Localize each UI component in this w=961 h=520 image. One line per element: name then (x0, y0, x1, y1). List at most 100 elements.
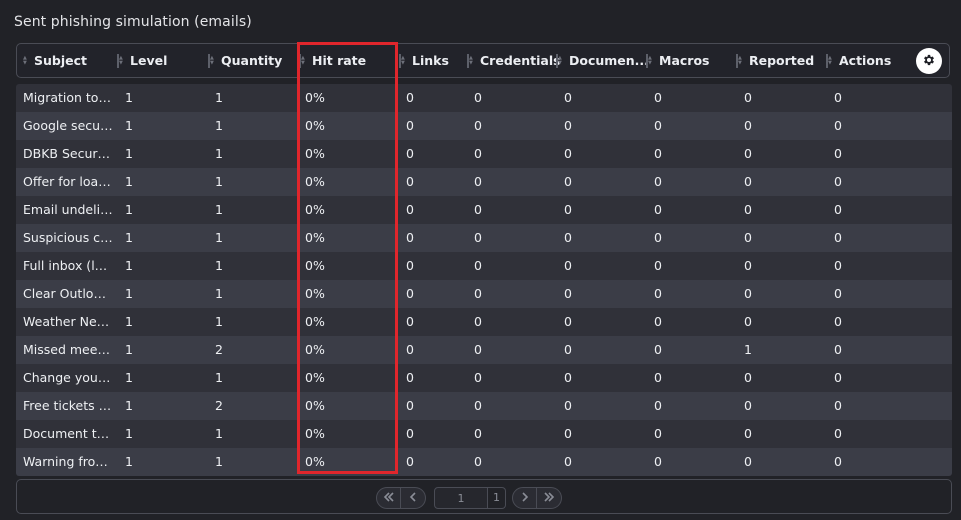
table-settings-button[interactable] (916, 48, 942, 74)
table-row[interactable]: Google securi... 1 1 0% 0 0 0 0 0 0 (16, 112, 952, 140)
column-header-reported[interactable]: ▲ ▼ Reported (738, 44, 814, 77)
cell-level: 1 (125, 454, 133, 469)
column-resize-handle[interactable] (646, 54, 648, 68)
table-row[interactable]: Offer for loan... 1 1 0% 0 0 0 0 0 0 (16, 168, 952, 196)
cell-level: 1 (125, 174, 133, 189)
cell-actions: 0 (834, 202, 842, 217)
cell-credentials: 0 (474, 286, 482, 301)
cell-subject: Clear Outlook... (23, 286, 113, 301)
double-chevron-left-icon (383, 491, 395, 505)
column-resize-handle[interactable] (826, 54, 828, 68)
cell-subject: Warning from... (23, 454, 113, 469)
page-number-input[interactable] (434, 487, 488, 509)
cell-hit-rate: 0% (305, 314, 325, 329)
cell-quantity: 1 (215, 90, 223, 105)
table-row[interactable]: Missed meeti... 1 2 0% 0 0 0 0 1 0 (16, 336, 952, 364)
cell-hit-rate: 0% (305, 146, 325, 161)
cell-macros: 0 (654, 426, 662, 441)
prev-page-button[interactable] (401, 487, 426, 509)
cell-reported: 1 (744, 342, 752, 357)
cell-credentials: 0 (474, 258, 482, 273)
cell-level: 1 (125, 90, 133, 105)
gear-icon (922, 52, 936, 71)
cell-credentials: 0 (474, 398, 482, 413)
column-header-label: Level (130, 53, 168, 68)
column-header-actions[interactable]: ▲ ▼ Actions (828, 44, 891, 77)
column-resize-handle[interactable] (467, 54, 469, 68)
page: Sent phishing simulation (emails) ▲ ▼ Subj… (0, 0, 961, 520)
cell-links: 0 (406, 258, 414, 273)
cell-macros: 0 (654, 314, 662, 329)
column-header-subject[interactable]: ▲ ▼ Subject (23, 44, 87, 77)
cell-credentials: 0 (474, 342, 482, 357)
table-row[interactable]: Migration to ... 1 1 0% 0 0 0 0 0 0 (16, 84, 952, 112)
cell-documents: 0 (564, 286, 572, 301)
cell-quantity: 1 (215, 454, 223, 469)
cell-actions: 0 (834, 118, 842, 133)
cell-links: 0 (406, 146, 414, 161)
cell-actions: 0 (834, 230, 842, 245)
cell-credentials: 0 (474, 454, 482, 469)
sort-icon: ▲ ▼ (828, 54, 832, 66)
cell-hit-rate: 0% (305, 90, 325, 105)
cell-hit-rate: 0% (305, 286, 325, 301)
cell-macros: 0 (654, 398, 662, 413)
cell-quantity: 1 (215, 174, 223, 189)
double-chevron-right-icon (543, 491, 555, 505)
cell-reported: 0 (744, 370, 752, 385)
cell-reported: 0 (744, 146, 752, 161)
column-header-quantity[interactable]: ▲ ▼ Quantity (210, 44, 282, 77)
column-resize-handle[interactable] (556, 54, 558, 68)
cell-actions: 0 (834, 174, 842, 189)
column-header-label: Subject (34, 53, 87, 68)
first-page-button[interactable] (376, 487, 401, 509)
column-resize-handle[interactable] (117, 54, 119, 68)
table-row[interactable]: Document to ... 1 1 0% 0 0 0 0 0 0 (16, 420, 952, 448)
cell-quantity: 1 (215, 146, 223, 161)
cell-quantity: 1 (215, 426, 223, 441)
table-row[interactable]: Email undeliv... 1 1 0% 0 0 0 0 0 0 (16, 196, 952, 224)
cell-credentials: 0 (474, 426, 482, 441)
column-resize-handle[interactable] (399, 54, 401, 68)
table-row[interactable]: Suspicious cr... 1 1 0% 0 0 0 0 0 0 (16, 224, 952, 252)
table-row[interactable]: Full inbox (le... 1 1 0% 0 0 0 0 0 0 (16, 252, 952, 280)
cell-level: 1 (125, 118, 133, 133)
sort-icon: ▲ ▼ (738, 54, 742, 66)
column-resize-handle[interactable] (299, 54, 301, 68)
sort-icon: ▲ ▼ (119, 54, 123, 66)
cell-documents: 0 (564, 202, 572, 217)
column-header-documents[interactable]: ▲ ▼ Documen... (558, 44, 649, 77)
column-resize-handle[interactable] (208, 54, 210, 68)
cell-hit-rate: 0% (305, 118, 325, 133)
column-header-credentials[interactable]: ▲ ▼ Credentials (469, 44, 561, 77)
cell-links: 0 (406, 314, 414, 329)
column-header-links[interactable]: ▲ ▼ Links (401, 44, 449, 77)
table-row[interactable]: Weather New... 1 1 0% 0 0 0 0 0 0 (16, 308, 952, 336)
cell-level: 1 (125, 258, 133, 273)
column-header-label: Links (412, 53, 449, 68)
cell-reported: 0 (744, 426, 752, 441)
last-page-button[interactable] (537, 487, 562, 509)
total-pages: 1 (488, 487, 506, 509)
table-row[interactable]: Clear Outlook... 1 1 0% 0 0 0 0 0 0 (16, 280, 952, 308)
column-header-macros[interactable]: ▲ ▼ Macros (648, 44, 709, 77)
cell-quantity: 1 (215, 258, 223, 273)
cell-reported: 0 (744, 174, 752, 189)
cell-documents: 0 (564, 454, 572, 469)
column-header-level[interactable]: ▲ ▼ Level (119, 44, 167, 77)
table-row[interactable]: Free tickets f... 1 2 0% 0 0 0 0 0 0 (16, 392, 952, 420)
column-resize-handle[interactable] (736, 54, 738, 68)
cell-level: 1 (125, 398, 133, 413)
column-header-hit-rate[interactable]: ▲ ▼ Hit rate (301, 44, 366, 77)
sort-icon: ▲ ▼ (401, 54, 405, 66)
cell-macros: 0 (654, 370, 662, 385)
cell-quantity: 1 (215, 370, 223, 385)
cell-documents: 0 (564, 370, 572, 385)
table-row[interactable]: Warning from... 1 1 0% 0 0 0 0 0 0 (16, 448, 952, 476)
table-row[interactable]: DBKB Securit... 1 1 0% 0 0 0 0 0 0 (16, 140, 952, 168)
cell-links: 0 (406, 118, 414, 133)
cell-links: 0 (406, 174, 414, 189)
cell-subject: Change your ... (23, 370, 113, 385)
next-page-button[interactable] (512, 487, 537, 509)
table-row[interactable]: Change your ... 1 1 0% 0 0 0 0 0 0 (16, 364, 952, 392)
